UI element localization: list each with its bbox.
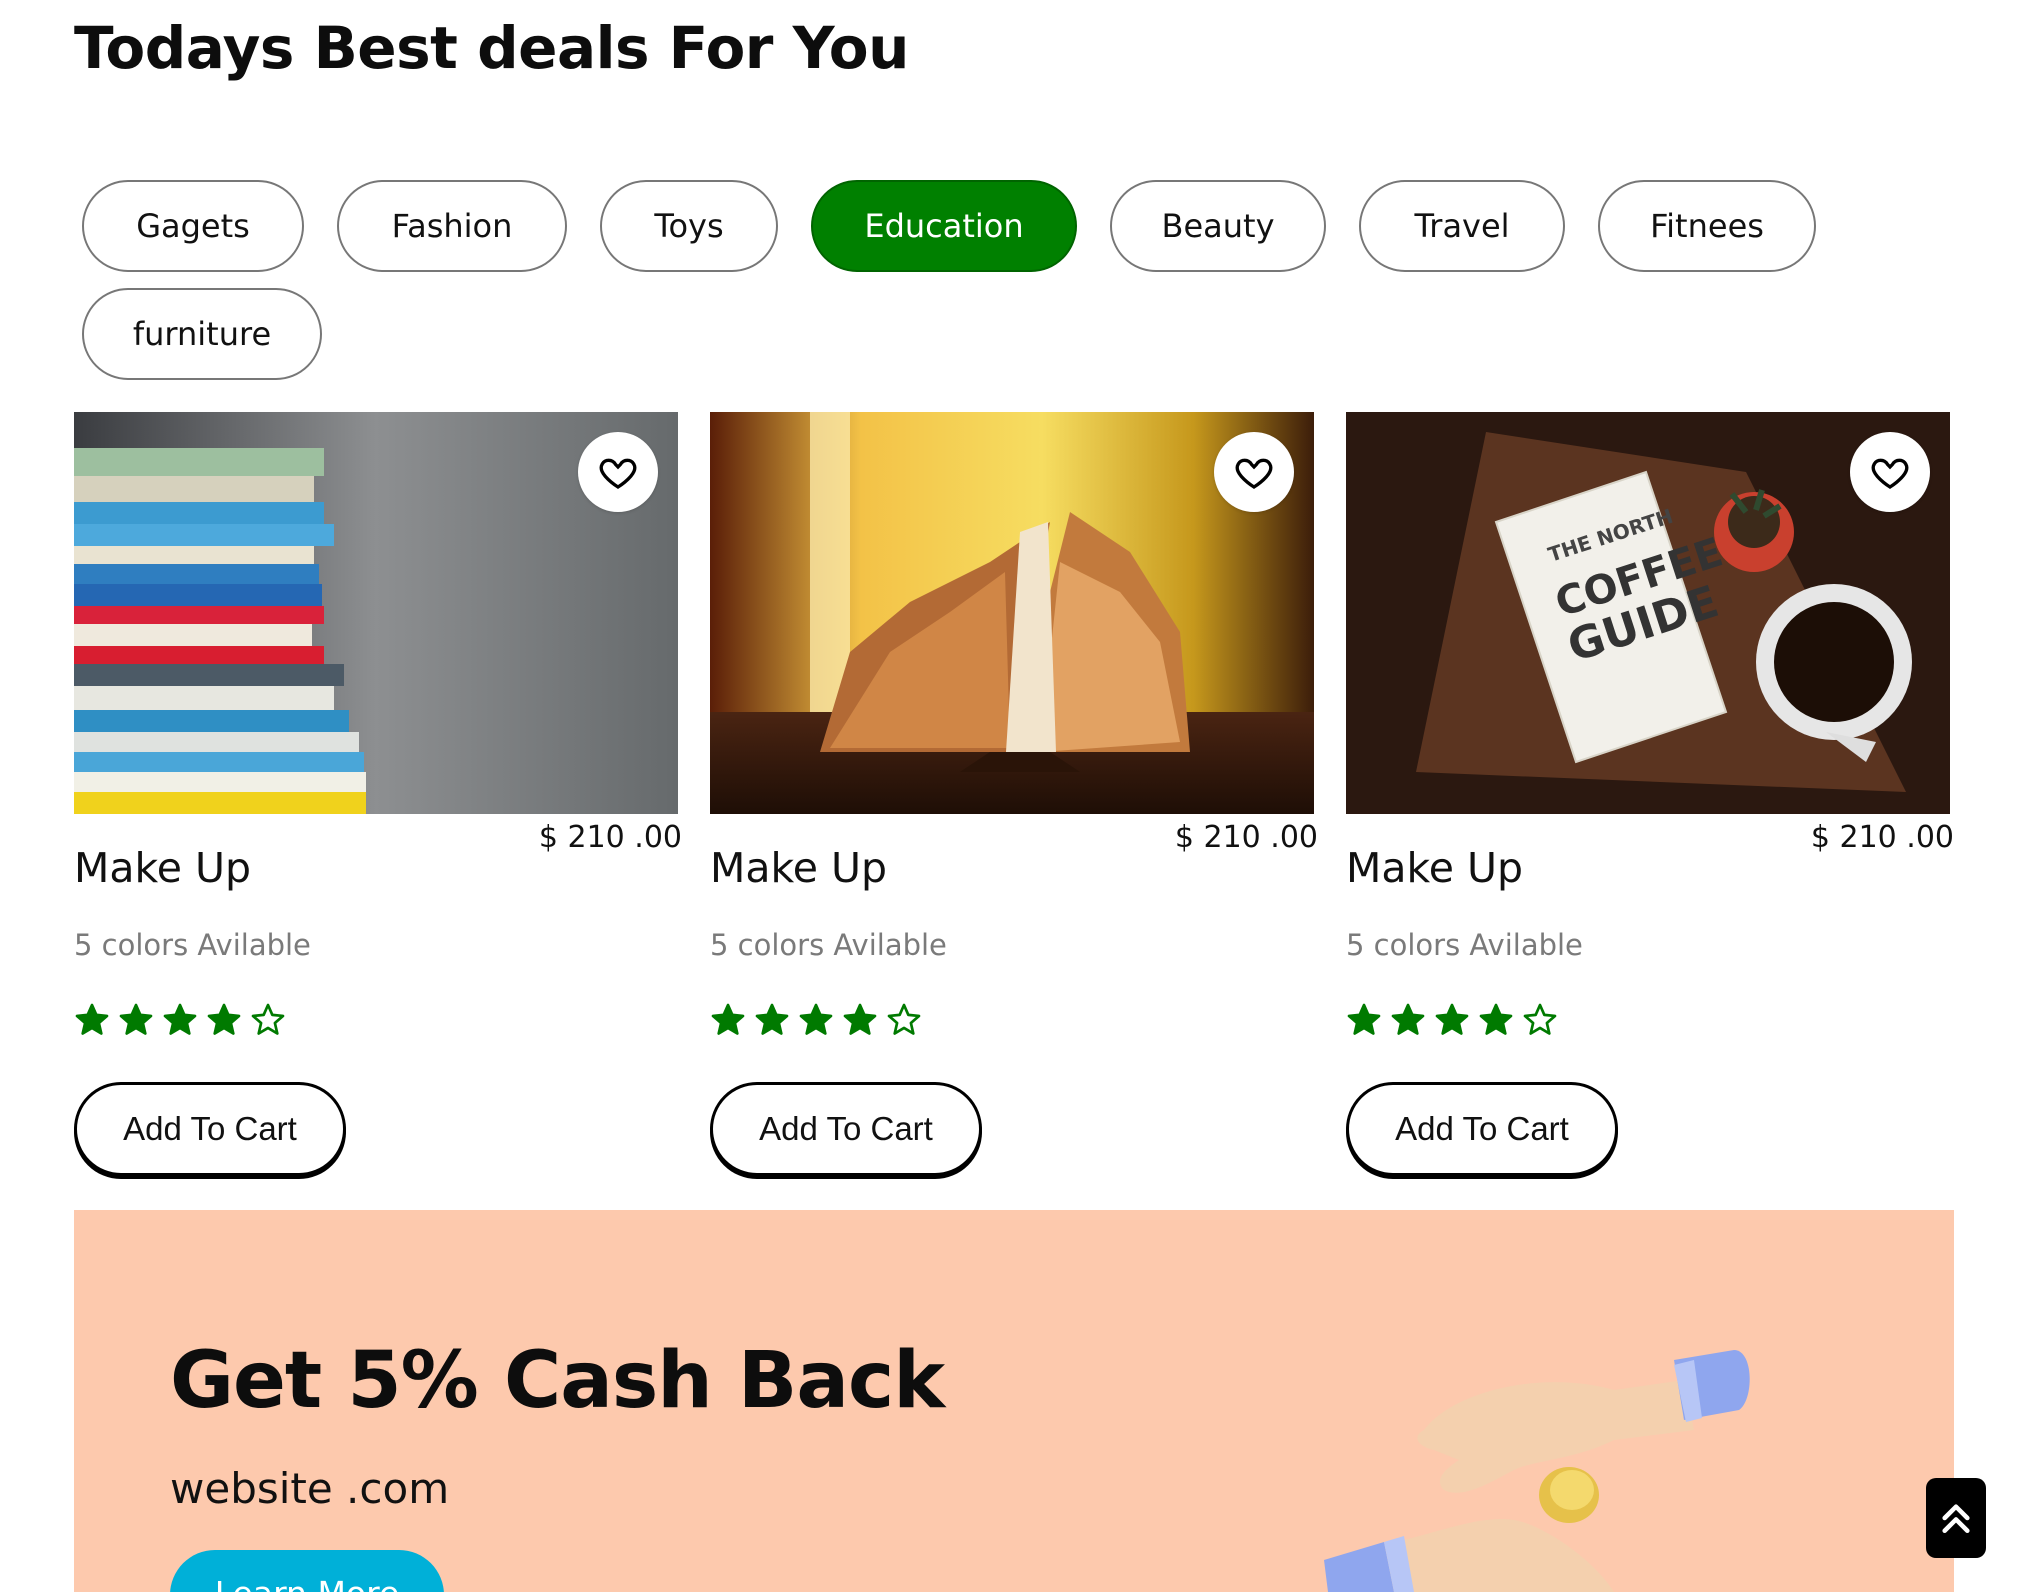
- learn-more-button[interactable]: Learn More: [170, 1550, 444, 1592]
- product-price: $ 210 .00: [538, 820, 682, 855]
- product-image-coffee-guide[interactable]: THE NORTH COFFEE GUIDE: [1346, 412, 1950, 814]
- product-price: $ 210 .00: [1810, 820, 1954, 855]
- product-colors-available: 5 colors Avilable: [710, 928, 947, 962]
- product-card: THE NORTH COFFEE GUIDE $ 210 .00 Make Up…: [1346, 412, 1954, 1182]
- product-grid: $ 210 .00 Make Up 5 colors Avilable Add …: [74, 412, 1954, 1182]
- star-filled-icon: [1435, 1003, 1469, 1035]
- star-empty-icon: [1523, 1003, 1557, 1035]
- product-rating: [710, 1002, 922, 1038]
- star-filled-icon: [843, 1003, 877, 1035]
- star-filled-icon: [755, 1003, 789, 1035]
- add-to-cart-button[interactable]: Add To Cart: [710, 1082, 982, 1176]
- star-filled-icon: [119, 1003, 153, 1035]
- category-pill-furniture[interactable]: furniture: [82, 288, 322, 380]
- wishlist-button[interactable]: [578, 432, 658, 512]
- category-pill-education[interactable]: Education: [811, 180, 1077, 272]
- product-card: $ 210 .00 Make Up 5 colors Avilable Add …: [710, 412, 1318, 1182]
- page: Todays Best deals For You Gagets Fashion…: [0, 0, 2018, 1592]
- category-pill-fashion[interactable]: Fashion: [337, 180, 567, 272]
- star-filled-icon: [799, 1003, 833, 1035]
- product-name: Make Up: [74, 844, 252, 892]
- product-colors-available: 5 colors Avilable: [1346, 928, 1583, 962]
- category-pill-travel[interactable]: Travel: [1359, 180, 1565, 272]
- product-rating: [1346, 1002, 1558, 1038]
- star-filled-icon: [207, 1003, 241, 1035]
- product-name: Make Up: [710, 844, 888, 892]
- double-chevron-up-icon: [1942, 1504, 1970, 1534]
- product-price: $ 210 .00: [1174, 820, 1318, 855]
- star-filled-icon: [1479, 1003, 1513, 1035]
- product-image-open-book[interactable]: [710, 412, 1314, 814]
- cashback-promo-banner: Get 5% Cash Back website .com Learn More: [74, 1210, 1954, 1592]
- star-empty-icon: [251, 1003, 285, 1035]
- product-name: Make Up: [1346, 844, 1524, 892]
- heart-icon: [599, 458, 637, 489]
- add-to-cart-button[interactable]: Add To Cart: [1346, 1082, 1618, 1176]
- product-rating: [74, 1002, 286, 1038]
- section-title: Todays Best deals For You: [74, 14, 909, 82]
- wishlist-button[interactable]: [1850, 432, 1930, 512]
- heart-icon: [1871, 458, 1909, 489]
- wishlist-button[interactable]: [1214, 432, 1294, 512]
- star-filled-icon: [711, 1003, 745, 1035]
- star-empty-icon: [887, 1003, 921, 1035]
- category-pill-beauty[interactable]: Beauty: [1110, 180, 1326, 272]
- heart-icon: [1235, 458, 1273, 489]
- product-colors-available: 5 colors Avilable: [74, 928, 311, 962]
- product-image-stacked-books[interactable]: [74, 412, 678, 814]
- promo-title: Get 5% Cash Back: [170, 1336, 945, 1426]
- star-filled-icon: [75, 1003, 109, 1035]
- add-to-cart-button[interactable]: Add To Cart: [74, 1082, 346, 1176]
- category-pill-toys[interactable]: Toys: [600, 180, 778, 272]
- category-pill-gagets[interactable]: Gagets: [82, 180, 304, 272]
- star-filled-icon: [1391, 1003, 1425, 1035]
- category-filter-bar: Gagets Fashion Toys Education Beauty Tra…: [82, 180, 1862, 396]
- hand-coin-illustration: [1324, 1350, 1750, 1592]
- promo-subtitle: website .com: [170, 1464, 450, 1513]
- star-filled-icon: [1347, 1003, 1381, 1035]
- category-pill-fitnees[interactable]: Fitnees: [1598, 180, 1816, 272]
- product-card: $ 210 .00 Make Up 5 colors Avilable Add …: [74, 412, 682, 1182]
- scroll-to-top-button[interactable]: [1926, 1478, 1986, 1558]
- star-filled-icon: [163, 1003, 197, 1035]
